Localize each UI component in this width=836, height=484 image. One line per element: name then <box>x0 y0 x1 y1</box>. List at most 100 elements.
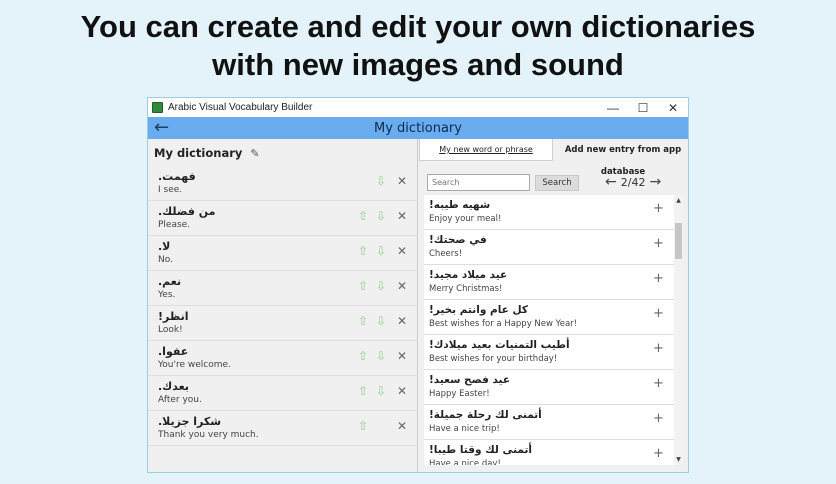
english-translation: No. <box>158 255 173 265</box>
arrow-left-icon[interactable]: ← <box>605 174 617 190</box>
search-input[interactable] <box>427 174 530 191</box>
move-down-icon[interactable]: ⇩ <box>376 279 386 293</box>
arabic-phrase: عيد ميلاد مجيد! <box>429 269 508 281</box>
scroll-down-icon[interactable]: ▼ <box>674 456 683 463</box>
list-item[interactable]: في صحتك! Cheers! + <box>424 230 674 265</box>
remove-icon[interactable]: ✕ <box>397 349 407 363</box>
dictionary-title: My dictionary ✎ <box>154 146 260 160</box>
arabic-phrase: في صحتك! <box>429 234 487 246</box>
move-down-icon[interactable]: ⇩ <box>376 209 386 223</box>
maximize-button[interactable]: ☐ <box>628 101 658 115</box>
window-title: Arabic Visual Vocabulary Builder <box>168 102 313 113</box>
arabic-phrase: نعم. <box>158 275 182 288</box>
move-up-icon[interactable]: ⇧ <box>358 384 368 398</box>
move-down-icon[interactable]: ⇩ <box>376 314 386 328</box>
move-down-icon[interactable]: ⇩ <box>376 349 386 363</box>
list-item[interactable]: عفوا. You're welcome. ⇧ ⇩ ✕ <box>148 341 418 376</box>
list-item[interactable]: شكرا جزيلا. Thank you very much. ⇧ ✕ <box>148 411 418 446</box>
add-icon[interactable]: + <box>653 236 664 251</box>
app-bar-title: My dictionary <box>374 120 462 136</box>
app-window: Arabic Visual Vocabulary Builder — ☐ ✕ ←… <box>147 97 689 473</box>
add-icon[interactable]: + <box>653 341 664 356</box>
list-item[interactable]: بعدك. After you. ⇧ ⇩ ✕ <box>148 376 418 411</box>
remove-icon[interactable]: ✕ <box>397 244 407 258</box>
scroll-thumb[interactable] <box>675 223 682 259</box>
page-indicator: 2/42 <box>620 175 646 189</box>
add-icon[interactable]: + <box>653 446 664 461</box>
english-translation: Merry Christmas! <box>429 284 503 294</box>
move-up-icon[interactable]: ⇧ <box>358 279 368 293</box>
arabic-phrase: فهمت. <box>158 170 196 183</box>
tab-my-new-word[interactable]: My new word or phrase <box>419 139 553 161</box>
dictionary-title-text: My dictionary <box>154 146 243 160</box>
remove-icon[interactable]: ✕ <box>397 209 407 223</box>
close-button[interactable]: ✕ <box>658 101 688 115</box>
english-translation: Please. <box>158 220 191 230</box>
move-down-icon[interactable]: ⇩ <box>376 244 386 258</box>
add-icon[interactable]: + <box>653 306 664 321</box>
english-translation: After you. <box>158 395 202 405</box>
english-translation: Have a nice day! <box>429 459 501 465</box>
arabic-phrase: عيد فصح سعيد! <box>429 374 511 386</box>
add-icon[interactable]: + <box>653 376 664 391</box>
list-item[interactable]: أتمنى لك وقتا طيبا! Have a nice day! + <box>424 440 674 465</box>
english-translation: Look! <box>158 325 183 335</box>
list-item[interactable]: نعم. Yes. ⇧ ⇩ ✕ <box>148 271 418 306</box>
arabic-phrase: أتمنى لك وقتا طيبا! <box>429 444 533 456</box>
list-item[interactable]: عيد ميلاد مجيد! Merry Christmas! + <box>424 265 674 300</box>
english-translation: Cheers! <box>429 249 463 259</box>
new-entry-panel: My new word or phrase Add new entry from… <box>419 139 688 472</box>
pager: ← 2/42 → <box>605 174 661 190</box>
dictionary-list: فهمت. I see. ⇩ ✕ من فضلك. Please. ⇧ ⇩ ✕ لا. No. ⇧ ⇩ ✕… <box>148 166 418 446</box>
arabic-phrase: شهيه طيبه! <box>429 199 491 211</box>
minimize-button[interactable]: — <box>598 101 628 115</box>
add-icon[interactable]: + <box>653 411 664 426</box>
arabic-phrase: كل عام وانتم بخير! <box>429 304 528 316</box>
scrollbar[interactable]: ▲ ▼ <box>674 195 683 465</box>
move-up-icon[interactable]: ⇧ <box>358 419 368 433</box>
tab-add-from-database[interactable]: Add new entry from app database <box>555 139 691 177</box>
list-item[interactable]: انظر! Look! ⇧ ⇩ ✕ <box>148 306 418 341</box>
add-icon[interactable]: + <box>653 271 664 286</box>
pencil-icon[interactable]: ✎ <box>250 147 259 160</box>
remove-icon[interactable]: ✕ <box>397 314 407 328</box>
move-up-icon[interactable]: ⇧ <box>358 349 368 363</box>
scroll-up-icon[interactable]: ▲ <box>674 197 683 204</box>
arrow-right-icon[interactable]: → <box>649 174 661 190</box>
list-item[interactable]: أتمنى لك رحلة جميلة! Have a nice trip! + <box>424 405 674 440</box>
move-up-icon[interactable]: ⇧ <box>358 209 368 223</box>
english-translation: Best wishes for your birthday! <box>429 354 558 364</box>
back-arrow-icon[interactable]: ← <box>154 117 169 139</box>
english-translation: Enjoy your meal! <box>429 214 502 224</box>
arabic-phrase: من فضلك. <box>158 205 216 218</box>
arabic-phrase: أتمنى لك رحلة جميلة! <box>429 409 542 421</box>
arabic-phrase: لا. <box>158 240 171 253</box>
window-titlebar: Arabic Visual Vocabulary Builder — ☐ ✕ <box>148 98 688 117</box>
list-item[interactable]: عيد فصح سعيد! Happy Easter! + <box>424 370 674 405</box>
remove-icon[interactable]: ✕ <box>397 279 407 293</box>
remove-icon[interactable]: ✕ <box>397 384 407 398</box>
arabic-phrase: عفوا. <box>158 345 189 358</box>
search-button[interactable]: Search <box>535 175 579 191</box>
list-item[interactable]: فهمت. I see. ⇩ ✕ <box>148 166 418 201</box>
move-up-icon[interactable]: ⇧ <box>358 244 368 258</box>
list-item[interactable]: من فضلك. Please. ⇧ ⇩ ✕ <box>148 201 418 236</box>
move-down-icon[interactable]: ⇩ <box>376 384 386 398</box>
arabic-phrase: انظر! <box>158 310 189 323</box>
list-item[interactable]: كل عام وانتم بخير! Best wishes for a Happ… <box>424 300 674 335</box>
move-down-icon[interactable]: ⇩ <box>376 174 386 188</box>
add-icon[interactable]: + <box>653 201 664 216</box>
english-translation: You're welcome. <box>158 360 231 370</box>
list-item[interactable]: أطيب التمنيات بعيد ميلادك! Best wishes fo… <box>424 335 674 370</box>
database-entry-list: شهيه طيبه! Enjoy your meal! + في صحتك! Cheer… <box>424 195 674 465</box>
move-up-icon[interactable]: ⇧ <box>358 314 368 328</box>
english-translation: Happy Easter! <box>429 389 490 399</box>
app-bar: ← My dictionary <box>148 117 688 139</box>
list-item[interactable]: لا. No. ⇧ ⇩ ✕ <box>148 236 418 271</box>
remove-icon[interactable]: ✕ <box>397 174 407 188</box>
promo-headline: You can create and edit your own diction… <box>0 8 836 84</box>
list-item[interactable]: شهيه طيبه! Enjoy your meal! + <box>424 195 674 230</box>
headline-line-2: with new images and sound <box>212 47 624 82</box>
arabic-phrase: شكرا جزيلا. <box>158 415 222 428</box>
remove-icon[interactable]: ✕ <box>397 419 407 433</box>
